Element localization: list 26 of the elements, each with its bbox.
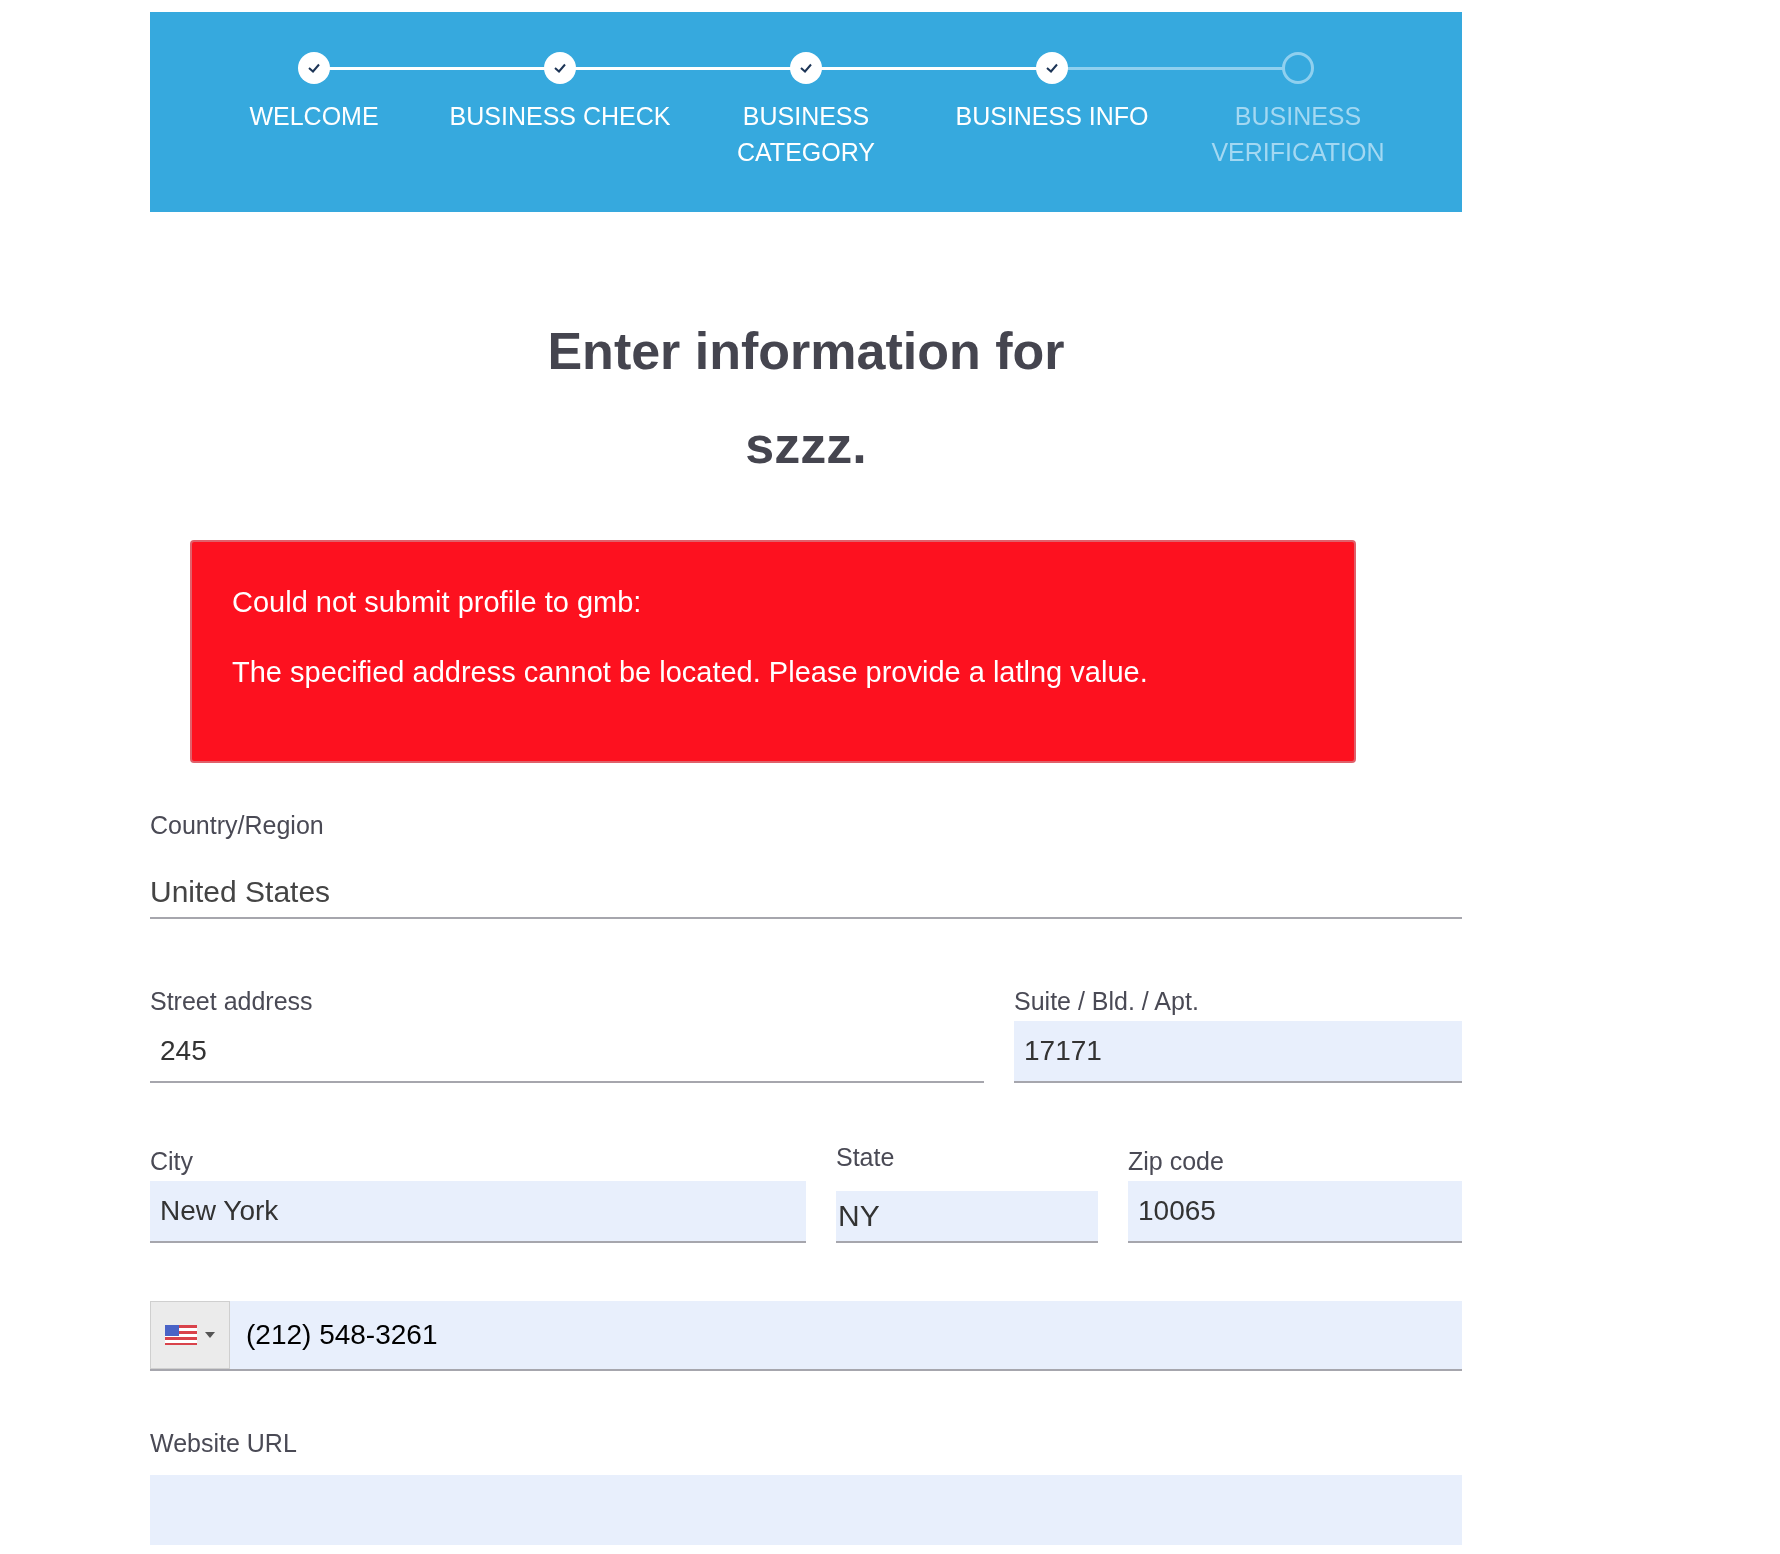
country-code-dropdown[interactable] (150, 1301, 230, 1369)
check-icon (307, 62, 321, 74)
step-label: BUSINESS CATEGORY (736, 101, 876, 168)
field-label: Zip code (1128, 1146, 1225, 1177)
field-label: State (836, 1142, 896, 1173)
field-label: Website URL (150, 1428, 298, 1459)
state-input[interactable]: NY (836, 1191, 1098, 1243)
field-label: City (150, 1146, 195, 1177)
check-icon (799, 62, 813, 74)
field-label: Suite / Bld. / Apt. (1014, 986, 1200, 1017)
step-label: BUSINESS VERIFICATION (1210, 101, 1386, 168)
error-message: The specified address cannot be located. Please provide a latlng value. (232, 655, 1149, 690)
step-label: WELCOME (248, 101, 380, 132)
caret-icon (205, 1332, 215, 1338)
field-label: Street address (150, 986, 314, 1017)
zip-input[interactable]: 10065 (1128, 1181, 1462, 1243)
error-message: Could not submit profile to gmb: (232, 585, 643, 620)
suite-input[interactable]: 17171 (1014, 1021, 1462, 1083)
flag-icon (165, 1325, 197, 1345)
step-label: BUSINESS INFO (954, 101, 1150, 132)
city-input[interactable]: New York (150, 1181, 806, 1243)
check-icon (553, 62, 567, 74)
field-label: Country/Region (150, 810, 325, 841)
step-label: BUSINESS CHECK (448, 101, 672, 132)
page-heading: Enter information for szzz. (546, 321, 1066, 476)
check-icon (1045, 62, 1059, 74)
